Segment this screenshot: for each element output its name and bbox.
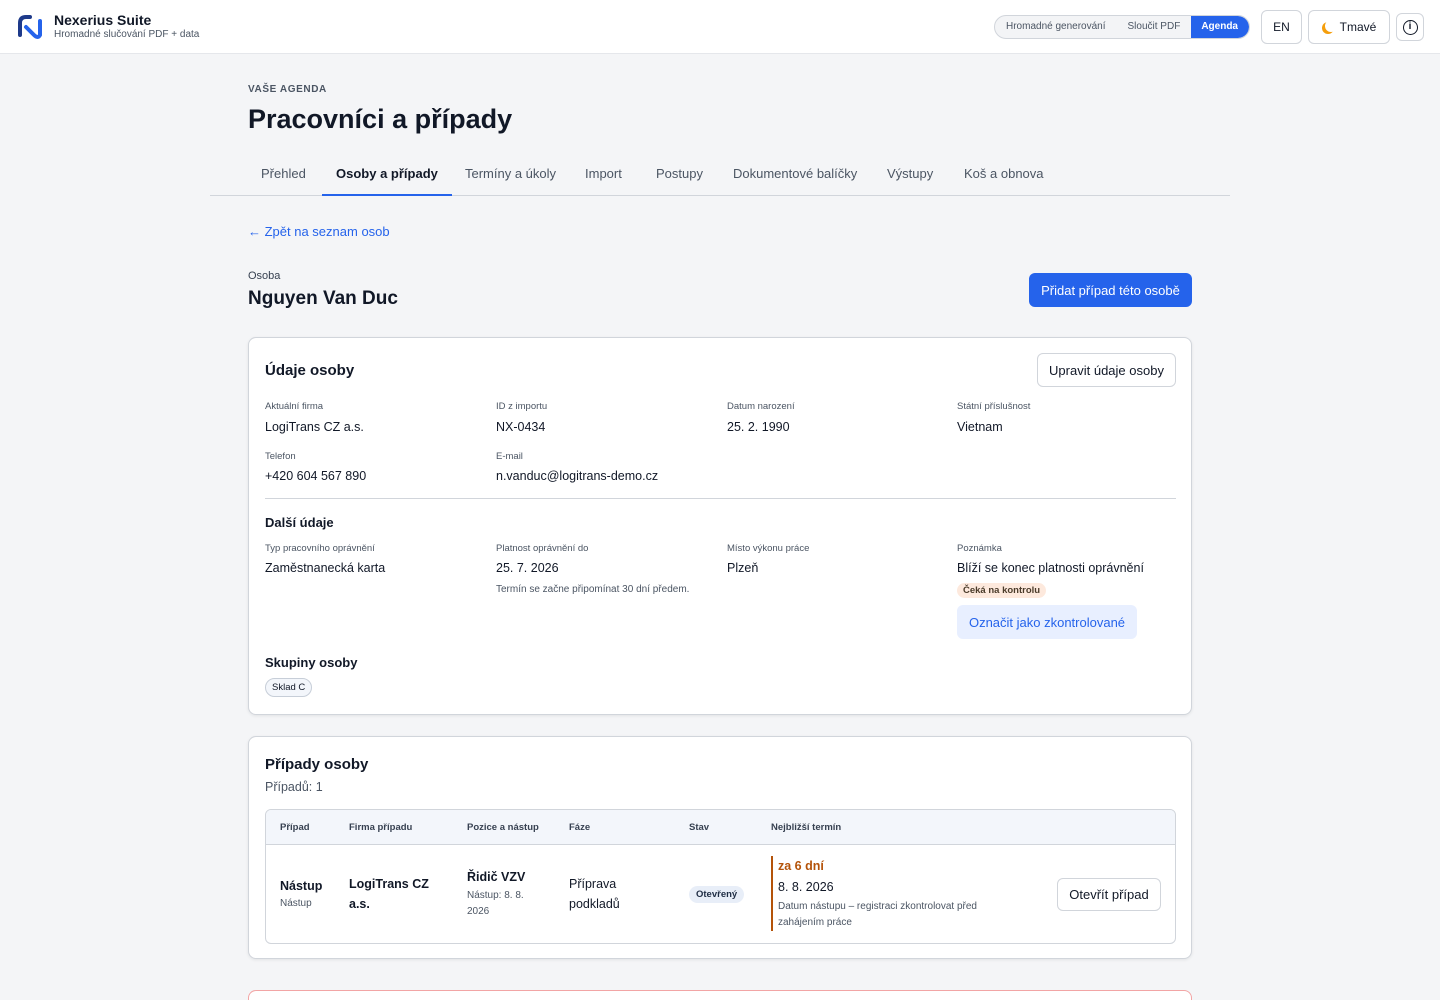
field-value-note: Blíží se konec platnosti oprávnění: [957, 561, 1144, 575]
field-value-permit-type: Zaměstnanecká karta: [265, 561, 386, 575]
info-button[interactable]: i: [1396, 13, 1424, 41]
case-phase-line2: podkladů: [569, 897, 620, 911]
cases-count: Případů: 1: [265, 780, 323, 794]
deadline-warning-bar: [771, 856, 773, 931]
column-header-status: Stav: [689, 822, 710, 833]
column-header-case: Případ: [280, 822, 310, 833]
field-value-email: n.vanduc@logitrans-demo.cz: [496, 469, 659, 483]
case-type-sub: Nástup: [280, 898, 312, 909]
mark-reviewed-button[interactable]: Označit jako zkontrolované: [957, 605, 1137, 639]
page-eyebrow: VAŠE AGENDA: [248, 84, 327, 95]
person-details-title: Údaje osoby: [265, 362, 355, 379]
person-label: Osoba: [248, 270, 281, 282]
tab-deadlines-tasks[interactable]: Termíny a úkoly: [451, 160, 570, 196]
nexerius-logo-icon: [18, 14, 42, 39]
add-case-button[interactable]: Přidat případ této osobě: [1029, 273, 1192, 307]
case-type: Nástup: [280, 879, 323, 893]
field-label-note: Poznámka: [957, 543, 1002, 554]
edit-person-button[interactable]: Upravit údaje osoby: [1037, 353, 1176, 387]
field-value-import-id: NX-0434: [496, 420, 546, 434]
tab-people-cases[interactable]: Osoby a případy: [322, 160, 452, 196]
case-status-badge: Otevřený: [689, 886, 745, 903]
person-name: Nguyen Van Duc: [248, 288, 398, 309]
deadline-note: Datum nástupu – registraci zkontrolovat …: [778, 901, 977, 928]
field-label-import-id: ID z importu: [496, 401, 548, 412]
person-groups-title: Skupiny osoby: [265, 655, 358, 670]
permit-reminder-hint: Termín se začne připomínat 30 dní předem…: [496, 584, 690, 595]
moon-icon: [1325, 20, 1337, 32]
deadline-countdown: za 6 dní: [778, 859, 824, 873]
field-label-email: E-mail: [496, 451, 523, 462]
page-title: Pracovníci a případy: [248, 104, 513, 134]
group-chip[interactable]: Sklad C: [265, 678, 313, 697]
column-header-company: Firma případu: [349, 822, 413, 833]
review-pending-badge: Čeká na kontrolu: [957, 583, 1047, 598]
app-name: Nexerius Suite: [54, 12, 152, 28]
case-phase-line1: Příprava: [569, 877, 617, 891]
tab-document-packages[interactable]: Dokumentové balíčky: [719, 160, 871, 196]
extra-details-title: Další údaje: [265, 515, 334, 530]
column-header-next-deadline: Nejbližší termín: [771, 822, 842, 833]
field-value-workplace: Plzeň: [727, 561, 759, 575]
case-company-line2: a.s.: [349, 897, 370, 911]
danger-zone-card: [248, 990, 1192, 1000]
cases-table-header: Případ Firma případu Pozice a nástup Fáz…: [266, 810, 1175, 845]
case-position: Řidič VZV: [467, 870, 526, 884]
mode-agenda[interactable]: Agenda: [1191, 16, 1249, 38]
person-details-card: Údaje osoby Upravit údaje osoby Aktuální…: [248, 337, 1192, 715]
field-value-birth-date: 25. 2. 1990: [727, 420, 790, 434]
back-to-people-link[interactable]: ← Zpět na seznam osob: [248, 224, 390, 239]
field-label-nationality: Státní příslušnost: [957, 401, 1031, 412]
field-label-phone: Telefon: [265, 451, 296, 462]
person-cases-card: Případy osoby Případů: 1 Případ Firma př…: [248, 736, 1192, 959]
tab-procedures[interactable]: Postupy: [642, 160, 717, 196]
field-value-permit-valid-until: 25. 7. 2026: [496, 561, 559, 575]
top-bar: Nexerius Suite Hromadné slučování PDF + …: [0, 0, 1440, 54]
brand[interactable]: Nexerius Suite Hromadné slučování PDF + …: [16, 12, 199, 41]
mode-bulk-generate[interactable]: Hromadné generování: [995, 16, 1117, 38]
field-value-nationality: Vietnam: [957, 420, 1003, 434]
theme-toggle-button[interactable]: Tmavé: [1308, 10, 1390, 44]
tab-outputs[interactable]: Výstupy: [873, 160, 947, 196]
case-start-line2: 2026: [467, 906, 490, 917]
field-label-birth-date: Datum narození: [727, 401, 795, 412]
deadline-date: 8. 8. 2026: [778, 880, 834, 894]
mode-switcher: Hromadné generování Sloučit PDF Agenda: [994, 15, 1250, 39]
open-case-button[interactable]: Otevřít případ: [1057, 878, 1161, 911]
language-button[interactable]: EN: [1261, 10, 1302, 44]
field-label-company: Aktuální firma: [265, 401, 324, 412]
case-start-line1: Nástup: 8. 8.: [467, 890, 524, 901]
field-label-permit-type: Typ pracovního oprávnění: [265, 543, 375, 554]
field-value-company: LogiTrans CZ a.s.: [265, 420, 364, 434]
tab-overview[interactable]: Přehled: [247, 160, 320, 196]
cases-table: Případ Firma případu Pozice a nástup Fáz…: [265, 809, 1176, 944]
person-cases-title: Případy osoby: [265, 756, 369, 773]
column-header-phase: Fáze: [569, 822, 591, 833]
field-label-permit-valid-until: Platnost oprávnění do: [496, 543, 589, 554]
details-divider: [265, 498, 1176, 499]
tab-trash-restore[interactable]: Koš a obnova: [950, 160, 1058, 196]
theme-toggle-label: Tmavé: [1339, 20, 1377, 34]
app-subtitle: Hromadné slučování PDF + data: [54, 29, 200, 40]
tab-bar: Přehled Osoby a případy Termíny a úkoly …: [210, 160, 1230, 196]
info-icon: i: [1402, 19, 1418, 35]
tab-import[interactable]: Import: [571, 160, 636, 196]
mode-merge-pdf[interactable]: Sloučit PDF: [1117, 16, 1192, 38]
column-header-position: Pozice a nástup: [467, 822, 539, 833]
field-label-workplace: Místo výkonu práce: [727, 543, 810, 554]
field-value-phone: +420 604 567 890: [265, 469, 367, 483]
case-company-line1: LogiTrans CZ: [349, 877, 429, 891]
